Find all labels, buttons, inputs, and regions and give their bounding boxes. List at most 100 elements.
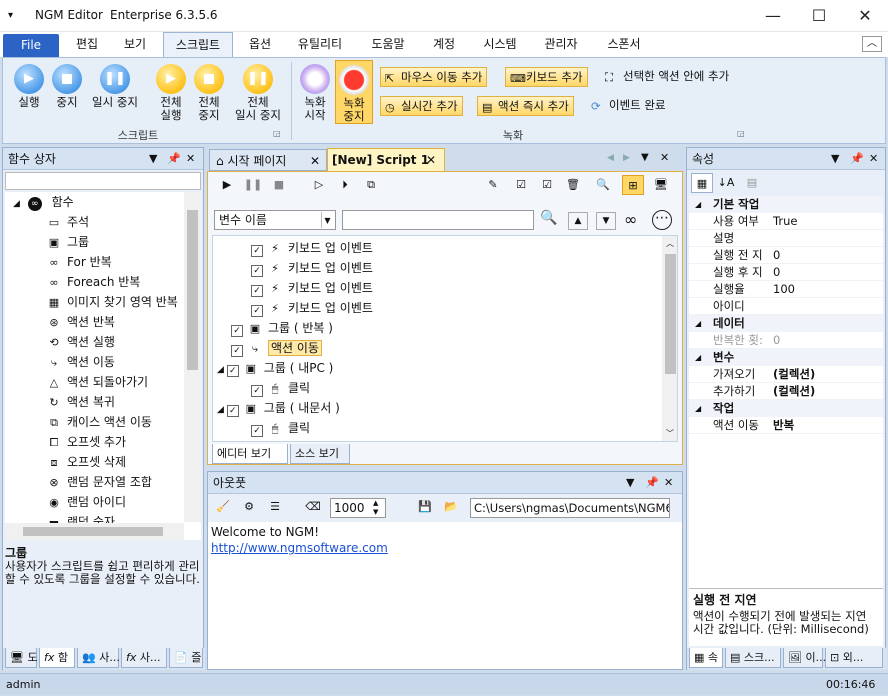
function-item[interactable]: ◉ 랜덤 아이디 — [47, 492, 126, 512]
pause-icon[interactable]: ❚❚ — [242, 175, 264, 195]
move-up-icon[interactable]: ▲ — [568, 212, 588, 230]
checkbox[interactable]: ✓ — [251, 285, 263, 297]
function-item[interactable]: ⤷ 액션 이동 — [47, 352, 115, 372]
property-row[interactable]: 아이디 — [689, 298, 883, 315]
add-realtime-button[interactable]: ◷ 실시간 추가 — [380, 96, 463, 116]
menu-admin[interactable]: 관리자 — [536, 32, 586, 57]
record-start-button[interactable]: 녹화 시작 — [297, 64, 333, 122]
function-item[interactable]: ⊗ 랜덤 문자열 조합 — [47, 472, 152, 492]
save-icon[interactable]: 💾 — [414, 497, 436, 517]
property-row[interactable]: 실행 전 지0 — [689, 247, 883, 264]
step-icon[interactable]: ▷ — [308, 175, 330, 195]
log-path-input[interactable]: C:\Users\ngmas\Documents\NGM6\ — [470, 498, 670, 518]
function-item[interactable]: ⧉ 캐이스 액션 이동 — [47, 412, 152, 432]
checkbox[interactable]: ✓ — [231, 345, 243, 357]
menu-icon[interactable]: ☰ — [264, 497, 286, 517]
property-row[interactable]: 설명 — [689, 230, 883, 247]
tab-user[interactable]: 👥 사... — [77, 648, 120, 668]
function-item[interactable]: ⊛ 액션 반복 — [47, 312, 115, 332]
tab-start-page[interactable]: ⌂ 시작 페이지 ✕ — [209, 149, 327, 171]
property-row[interactable]: 가져오기 (컬렉션) — [689, 366, 883, 383]
check-icon[interactable]: ☑ — [510, 175, 532, 195]
dropdown-icon[interactable]: ▼ — [831, 148, 839, 170]
add-keyboard-button[interactable]: ⌨ 키보드 추가 — [505, 67, 588, 87]
run-all-button[interactable]: ▶ 전체 실행 — [151, 64, 191, 122]
edit-icon[interactable]: ✎ — [482, 175, 504, 195]
sort-alpha-icon[interactable]: ↓A — [715, 173, 737, 193]
close-tab-icon[interactable]: ✕ — [310, 150, 320, 172]
expand-icon[interactable]: ◢ — [217, 365, 227, 375]
function-item[interactable]: △ 액션 되돌아가기 — [47, 372, 148, 392]
menu-help[interactable]: 도움말 — [360, 32, 416, 57]
function-scrollbar[interactable] — [184, 192, 201, 522]
menu-view[interactable]: 보기 — [115, 32, 155, 57]
function-item[interactable]: ↻ 액션 복귀 — [47, 392, 115, 412]
property-row[interactable]: 추가하기 (컬렉션) — [689, 383, 883, 400]
property-category[interactable]: ◢ 변수 — [689, 349, 883, 366]
tab-image[interactable]: 🖼 이... — [783, 648, 826, 668]
property-row[interactable]: 액션 이동 반복 — [689, 417, 883, 434]
menu-script[interactable]: 스크립트 — [163, 32, 233, 57]
tab-source-view[interactable]: 소스 보기 — [290, 444, 350, 464]
menu-file[interactable]: File — [3, 34, 59, 57]
close-button[interactable]: ✕ — [842, 0, 888, 32]
run-from-icon[interactable]: ⏵ — [334, 175, 356, 195]
log-settings-icon[interactable]: ⚙ — [238, 497, 260, 517]
clean-icon[interactable]: 🧹 — [212, 497, 234, 517]
tab-desktop[interactable]: 🖥 도 — [5, 648, 38, 668]
menu-account[interactable]: 계정 — [424, 32, 464, 57]
run-selection-icon[interactable]: ⧉ — [360, 175, 382, 195]
tab-properties[interactable]: ▦ 속 — [689, 648, 723, 668]
function-item[interactable]: ∞ For 반복 — [47, 252, 111, 272]
function-item[interactable]: ⧈ 오프셋 삭제 — [47, 452, 127, 472]
tree-node[interactable]: ✓ ⚡ 키보드 업 이벤트 — [251, 298, 373, 318]
close-icon[interactable]: ✕ — [186, 148, 195, 170]
folder-icon[interactable]: 📂 — [440, 497, 462, 517]
checkbox[interactable]: ✓ — [251, 265, 263, 277]
expand-icon[interactable]: ◢ — [695, 349, 701, 366]
event-complete-button[interactable]: ⟳ 이벤트 완료 — [589, 96, 666, 116]
function-item[interactable]: ▣ 그룹 — [47, 232, 89, 252]
close-tab-icon[interactable]: ✕ — [426, 149, 436, 172]
stop-button[interactable]: 중지 — [47, 64, 87, 109]
search-icon[interactable]: 🔍 — [540, 210, 557, 226]
check-all-icon[interactable]: ☑ — [536, 175, 558, 195]
function-item[interactable]: ▦ 이미지 찾기 영역 반복 — [47, 292, 178, 312]
property-pages-icon[interactable]: ▤ — [741, 173, 763, 193]
delete-icon[interactable]: 🗑 — [562, 175, 584, 195]
function-item[interactable]: ▭ 주석 — [47, 212, 89, 232]
checkbox[interactable]: ✓ — [251, 425, 263, 437]
pin-icon[interactable]: 📌 — [167, 148, 181, 170]
dropdown-icon[interactable]: ▼ — [626, 472, 634, 494]
stop-all-button[interactable]: 전체 중지 — [189, 64, 229, 122]
move-down-icon[interactable]: ▼ — [596, 212, 616, 230]
menu-system[interactable]: 시스템 — [472, 32, 528, 57]
expand-icon[interactable]: ◢ — [217, 405, 227, 415]
tree-root[interactable]: ◢ ∞ 함수 — [13, 192, 74, 212]
checkbox[interactable]: ✓ — [226, 405, 239, 417]
run-button[interactable]: ▶ 실행 — [9, 64, 49, 109]
menu-options[interactable]: 옵션 — [240, 32, 280, 57]
dropdown-icon[interactable]: ▼ — [149, 148, 157, 170]
menu-sponsor[interactable]: 스폰서 — [596, 32, 652, 57]
tree-node[interactable]: ✓ ⚡ 키보드 업 이벤트 — [251, 258, 373, 278]
tree-view-icon[interactable]: ⊞ — [622, 175, 644, 195]
infinity-icon[interactable]: ∞ — [624, 210, 637, 229]
eraser-icon[interactable]: ⌫ — [302, 497, 324, 517]
scroll-up-icon[interactable]: ︿ — [666, 238, 674, 249]
minimize-button[interactable]: — — [750, 0, 796, 32]
pause-button[interactable]: ❚❚ 일시 중지 — [87, 64, 143, 109]
expand-icon[interactable]: ◢ — [695, 196, 701, 213]
tab-editor-view[interactable]: 에디터 보기 — [212, 444, 288, 464]
tree-node[interactable]: ✓ 🖱 클릭 — [251, 418, 310, 438]
output-link[interactable]: http://www.ngmsoftware.com — [211, 541, 388, 555]
stepper-icon[interactable]: ▲ ▼ — [373, 499, 378, 517]
property-row[interactable]: 실행율 100 — [689, 281, 883, 298]
maximize-button[interactable]: ☐ — [796, 0, 842, 32]
tab-left-icon[interactable]: ◀ — [607, 153, 614, 163]
quick-access-icon[interactable]: ▾ — [8, 10, 13, 21]
record-stop-button[interactable]: 녹화 중지 — [335, 60, 373, 124]
checkbox[interactable]: ✓ — [226, 365, 239, 377]
close-icon[interactable]: ✕ — [660, 151, 669, 164]
property-row[interactable]: 실행 후 지0 — [689, 264, 883, 281]
